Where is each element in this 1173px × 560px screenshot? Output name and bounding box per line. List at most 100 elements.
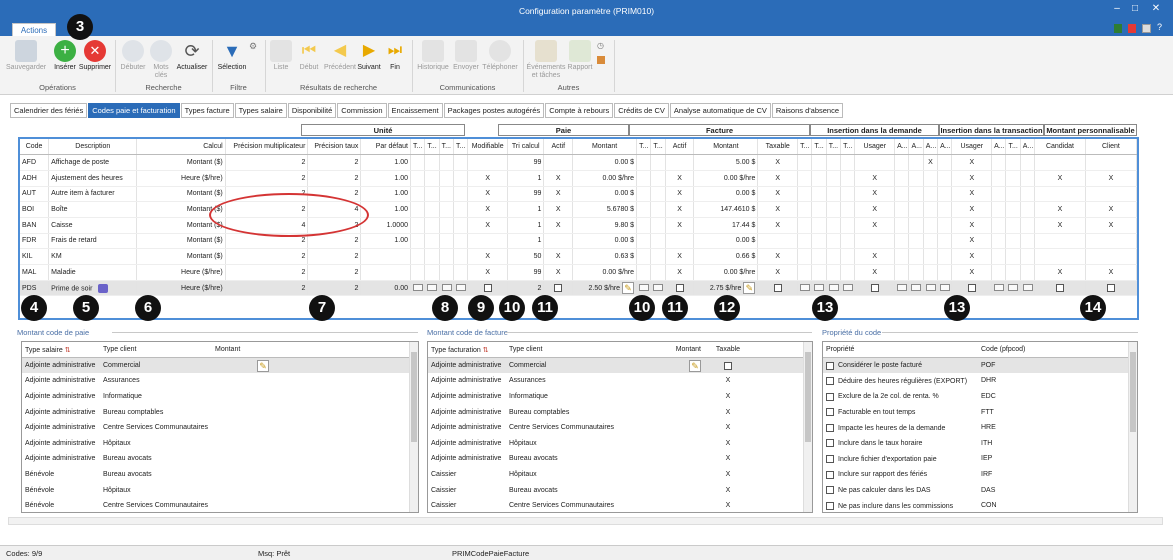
grid-col-header[interactable]: T... xyxy=(439,139,454,156)
grid-cell[interactable] xyxy=(1020,170,1036,187)
grid-cell[interactable]: Ajustement des heures xyxy=(48,170,138,187)
clock-icon[interactable]: ◷ xyxy=(597,41,604,50)
list-item[interactable]: Adjointe administrative Centre Services C… xyxy=(22,420,418,436)
pdf-icon[interactable] xyxy=(1128,24,1136,33)
grid-cell[interactable]: 1 xyxy=(507,233,545,250)
previous-button[interactable]: ◀ Précédent xyxy=(323,40,357,72)
grid-cell[interactable] xyxy=(1020,280,1036,297)
grid-cell[interactable] xyxy=(854,233,896,250)
checkbox[interactable] xyxy=(826,439,834,448)
grid-cell[interactable] xyxy=(1020,186,1036,203)
grid-col-header[interactable]: A... xyxy=(1020,139,1036,156)
grid-cell[interactable] xyxy=(991,201,1007,218)
grid-cell[interactable] xyxy=(467,233,509,250)
grid-cell[interactable] xyxy=(543,233,574,250)
grid-cell[interactable]: X xyxy=(1034,264,1086,281)
dropdown-icon[interactable] xyxy=(828,284,839,292)
cell-taxable[interactable]: X xyxy=(704,420,752,436)
grid-cell[interactable] xyxy=(439,186,454,203)
grid-cell[interactable]: X xyxy=(854,170,896,187)
grid-cell[interactable]: X xyxy=(1085,217,1137,234)
list-item[interactable]: Ne pas calculer dans les DAS DAS xyxy=(823,482,1137,498)
grid-cell[interactable]: X xyxy=(951,201,993,218)
grid-cell[interactable]: 1.00 xyxy=(360,170,411,187)
grid-cell[interactable]: 2 xyxy=(307,280,362,297)
grid-cell[interactable] xyxy=(1020,233,1036,250)
cell-montant[interactable] xyxy=(644,451,704,467)
checkbox[interactable] xyxy=(1106,284,1115,293)
grid-cell[interactable] xyxy=(1085,280,1137,297)
list-item[interactable]: Facturable en tout temps FTT xyxy=(823,404,1137,420)
table-row[interactable]: BOI Boîte Montant ($) 2 4 1.00 X 1 X 5.6780 $ X 147… xyxy=(20,201,1137,218)
cell-propriete[interactable]: Inclure sur rapport des fériés xyxy=(823,467,978,483)
grid-cell[interactable] xyxy=(811,170,827,187)
grid-cell[interactable] xyxy=(1005,248,1021,265)
col-code-pfpcod[interactable]: Code (pfpcod) xyxy=(978,342,1137,359)
grid-cell[interactable]: 2 xyxy=(225,264,309,281)
cell-propriete[interactable]: Ne pas calculer dans les DAS xyxy=(823,482,978,498)
grid-cell[interactable] xyxy=(453,201,469,218)
grid-cell[interactable] xyxy=(811,248,827,265)
grid-cell[interactable] xyxy=(937,170,953,187)
list-item[interactable]: Adjointe administrative Bureau comptables xyxy=(22,404,418,420)
dropdown-icon[interactable] xyxy=(911,284,922,292)
cell-taxable[interactable]: X xyxy=(704,373,752,389)
grid-cell[interactable] xyxy=(636,186,652,203)
maximize-button[interactable]: □ xyxy=(1124,3,1146,17)
grid-cell[interactable] xyxy=(991,170,1007,187)
grid-col-header[interactable]: A... xyxy=(894,139,910,156)
grid-cell[interactable] xyxy=(453,264,469,281)
grid-cell[interactable]: 9.80 $ xyxy=(572,217,638,234)
checkbox[interactable] xyxy=(826,470,834,479)
list-item[interactable]: Adjointe administrative Informatique xyxy=(22,389,418,405)
grid-cell[interactable] xyxy=(908,280,924,297)
list-item[interactable]: Inclure fichier d'exportation paie IEP xyxy=(823,451,1137,467)
grid-cell[interactable]: AFD xyxy=(20,154,50,171)
grid-cell[interactable]: X xyxy=(757,154,799,171)
grid-cell[interactable] xyxy=(826,186,842,203)
grid-cell[interactable] xyxy=(797,233,813,250)
cell-montant[interactable] xyxy=(644,467,704,483)
grid-cell[interactable]: X xyxy=(757,201,799,218)
checkbox[interactable] xyxy=(870,284,879,293)
grid-cell[interactable]: Maladie xyxy=(48,264,138,281)
grid-cell[interactable]: FDR xyxy=(20,233,50,250)
grid-cell[interactable]: Frais de retard xyxy=(48,233,138,250)
grid-cell[interactable] xyxy=(894,170,910,187)
grid-cell[interactable]: X xyxy=(665,170,695,187)
grid-cell[interactable] xyxy=(937,264,953,281)
grid-cell[interactable]: 0.00 $/hre xyxy=(693,170,759,187)
checkbox[interactable] xyxy=(554,284,563,293)
grid-cell[interactable] xyxy=(826,201,842,218)
grid-cell[interactable] xyxy=(923,264,939,281)
grid-cell[interactable] xyxy=(923,201,939,218)
cell-taxable[interactable]: X xyxy=(704,436,752,452)
tab-7[interactable]: Packages postes autogérés xyxy=(443,103,545,118)
col-type-salaire[interactable]: Type salaire ⇅ xyxy=(22,342,100,359)
grid-cell[interactable] xyxy=(636,170,652,187)
grid-col-header[interactable]: Montant xyxy=(572,139,638,156)
checkbox[interactable] xyxy=(483,284,492,293)
grid-cell[interactable] xyxy=(636,154,652,171)
col-type-client[interactable]: Type client xyxy=(506,342,644,359)
grid-cell[interactable] xyxy=(1020,248,1036,265)
grid-cell[interactable] xyxy=(923,233,939,250)
cell-propriete[interactable]: Déduire des heures régulières (EXPORT) xyxy=(823,373,978,389)
insert-button[interactable]: + Insérer xyxy=(50,40,80,72)
vertical-scrollbar[interactable] xyxy=(803,342,812,512)
list-item[interactable]: Adjointe administrative Hôpitaux X xyxy=(428,436,812,452)
grid-cell[interactable] xyxy=(811,217,827,234)
grid-cell[interactable]: X xyxy=(757,264,799,281)
grid-cell[interactable] xyxy=(665,154,695,171)
list-item[interactable]: Bénévole Hôpitaux xyxy=(22,482,418,498)
grid-cell[interactable] xyxy=(937,248,953,265)
grid-cell[interactable]: 0.00 xyxy=(360,280,411,297)
grid-cell[interactable] xyxy=(439,280,454,297)
grid-cell[interactable] xyxy=(1085,233,1137,250)
grid-cell[interactable]: 5.6780 $ xyxy=(572,201,638,218)
cell-montant[interactable] xyxy=(212,389,272,405)
grid-cell[interactable] xyxy=(410,233,426,250)
grid-cell[interactable]: ADH xyxy=(20,170,50,187)
grid-cell[interactable] xyxy=(636,264,652,281)
grid-col-header[interactable]: T... xyxy=(424,139,440,156)
